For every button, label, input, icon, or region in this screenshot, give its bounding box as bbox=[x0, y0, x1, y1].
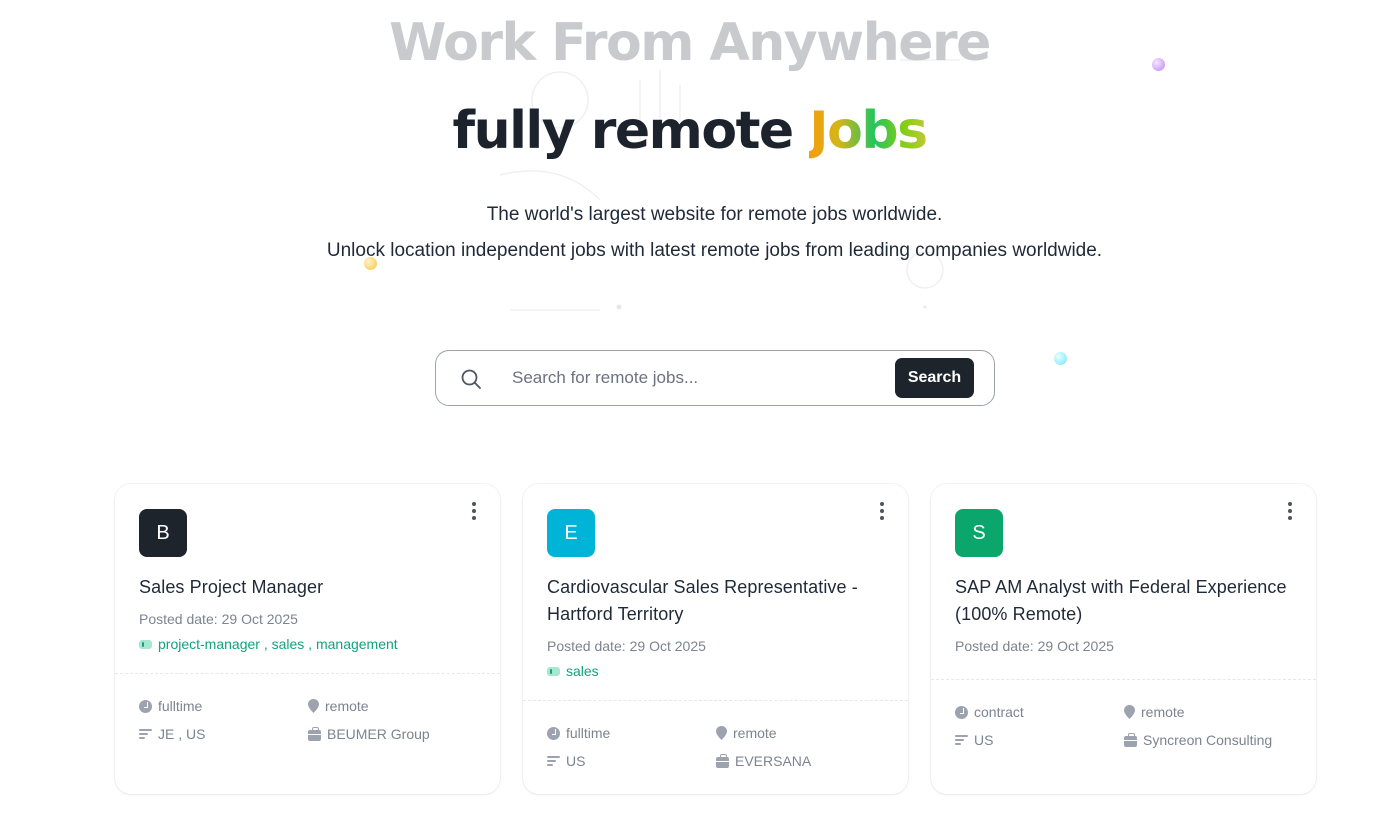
job-countries: US bbox=[547, 753, 716, 769]
location-pin-icon bbox=[308, 699, 319, 713]
more-options-icon[interactable] bbox=[872, 500, 892, 522]
job-location-label: remote bbox=[325, 698, 369, 714]
job-company-label: EVERSANA bbox=[735, 753, 812, 769]
job-company-label: BEUMER Group bbox=[327, 726, 430, 742]
job-tags: project-manager , sales , management bbox=[139, 636, 479, 652]
briefcase-icon bbox=[1124, 732, 1137, 747]
hero-kicker: Work From Anywhere bbox=[389, 13, 991, 73]
job-title[interactable]: SAP AM Analyst with Federal Experience (… bbox=[955, 574, 1295, 628]
clock-icon bbox=[955, 705, 968, 719]
hero-title: fully remote Jobs bbox=[0, 98, 1379, 164]
posted-label: Posted date: bbox=[547, 638, 626, 654]
job-title[interactable]: Sales Project Manager bbox=[139, 574, 479, 601]
job-meta: contract remote US Syncreon Consulting bbox=[955, 698, 1295, 754]
clock-icon bbox=[547, 726, 560, 740]
hero-section: Work From Anywhere fully remote Jobs The… bbox=[0, 0, 1379, 440]
job-card-body: Sales Project Manager Posted date: 29 Oc… bbox=[139, 574, 479, 652]
job-tags: sales bbox=[547, 663, 887, 679]
job-location-label: remote bbox=[733, 725, 777, 741]
posted-label: Posted date: bbox=[139, 611, 218, 627]
hero-subtitle-line2: Unlock location independent jobs with la… bbox=[326, 240, 1103, 261]
job-company: BEUMER Group bbox=[308, 726, 477, 742]
posted-date-value: 29 Oct 2025 bbox=[629, 638, 706, 654]
posted-date-value: 29 Oct 2025 bbox=[1037, 638, 1114, 654]
location-pin-icon bbox=[1124, 705, 1135, 719]
hero-title-accent: Jobs bbox=[809, 101, 928, 161]
job-countries-label: JE , US bbox=[158, 726, 206, 742]
tag-icon bbox=[139, 639, 152, 649]
posted-label: Posted date: bbox=[955, 638, 1034, 654]
job-card-body: SAP AM Analyst with Federal Experience (… bbox=[955, 574, 1295, 654]
company-logo: E bbox=[547, 509, 595, 557]
tag-list[interactable]: project-manager , sales , management bbox=[158, 636, 398, 652]
job-countries-label: US bbox=[566, 753, 586, 769]
job-type: fulltime bbox=[547, 725, 716, 741]
list-icon bbox=[547, 756, 560, 766]
more-options-icon[interactable] bbox=[464, 500, 484, 522]
list-icon bbox=[955, 735, 968, 745]
job-company: Syncreon Consulting bbox=[1124, 732, 1293, 748]
more-options-icon[interactable] bbox=[1280, 500, 1300, 522]
job-type-label: fulltime bbox=[158, 698, 203, 714]
job-countries: US bbox=[955, 732, 1124, 748]
job-location: remote bbox=[308, 698, 477, 714]
job-meta: fulltime remote US EVERSANA bbox=[547, 719, 887, 775]
search-bar: Search bbox=[435, 350, 995, 406]
list-icon bbox=[139, 729, 152, 739]
job-card[interactable]: E Cardiovascular Sales Representative - … bbox=[523, 484, 908, 794]
job-type: contract bbox=[955, 704, 1124, 720]
job-title[interactable]: Cardiovascular Sales Representative - Ha… bbox=[547, 574, 887, 628]
job-company-label: Syncreon Consulting bbox=[1143, 732, 1273, 748]
hero-subtitle-line1: The world's largest website for remote j… bbox=[486, 204, 943, 225]
search-input[interactable] bbox=[512, 361, 892, 395]
decorative-dot-cyan bbox=[1054, 352, 1067, 365]
card-divider bbox=[931, 679, 1316, 680]
job-countries: JE , US bbox=[139, 726, 308, 742]
tag-list[interactable]: sales bbox=[566, 663, 599, 679]
job-location: remote bbox=[1124, 704, 1293, 720]
job-card-body: Cardiovascular Sales Representative - Ha… bbox=[547, 574, 887, 679]
company-logo: S bbox=[955, 509, 1003, 557]
location-pin-icon bbox=[716, 726, 727, 740]
job-location: remote bbox=[716, 725, 885, 741]
job-card[interactable]: B Sales Project Manager Posted date: 29 … bbox=[115, 484, 500, 794]
job-meta: fulltime remote JE , US BEUMER Group bbox=[139, 692, 479, 748]
hero-title-main: fully remote bbox=[452, 101, 810, 161]
job-location-label: remote bbox=[1141, 704, 1185, 720]
posted-date: Posted date: 29 Oct 2025 bbox=[547, 638, 887, 654]
job-company: EVERSANA bbox=[716, 753, 885, 769]
posted-date-value: 29 Oct 2025 bbox=[221, 611, 298, 627]
briefcase-icon bbox=[308, 726, 321, 741]
job-type-label: fulltime bbox=[566, 725, 611, 741]
job-card[interactable]: S SAP AM Analyst with Federal Experience… bbox=[931, 484, 1316, 794]
briefcase-icon bbox=[716, 753, 729, 768]
posted-date: Posted date: 29 Oct 2025 bbox=[955, 638, 1295, 654]
card-divider bbox=[115, 673, 500, 674]
tag-icon bbox=[547, 666, 560, 676]
job-countries-label: US bbox=[974, 732, 994, 748]
search-icon bbox=[461, 369, 481, 389]
posted-date: Posted date: 29 Oct 2025 bbox=[139, 611, 479, 627]
job-type-label: contract bbox=[974, 704, 1024, 720]
search-button[interactable]: Search bbox=[895, 358, 974, 398]
job-type: fulltime bbox=[139, 698, 308, 714]
clock-icon bbox=[139, 699, 152, 713]
company-logo: B bbox=[139, 509, 187, 557]
card-divider bbox=[523, 700, 908, 701]
